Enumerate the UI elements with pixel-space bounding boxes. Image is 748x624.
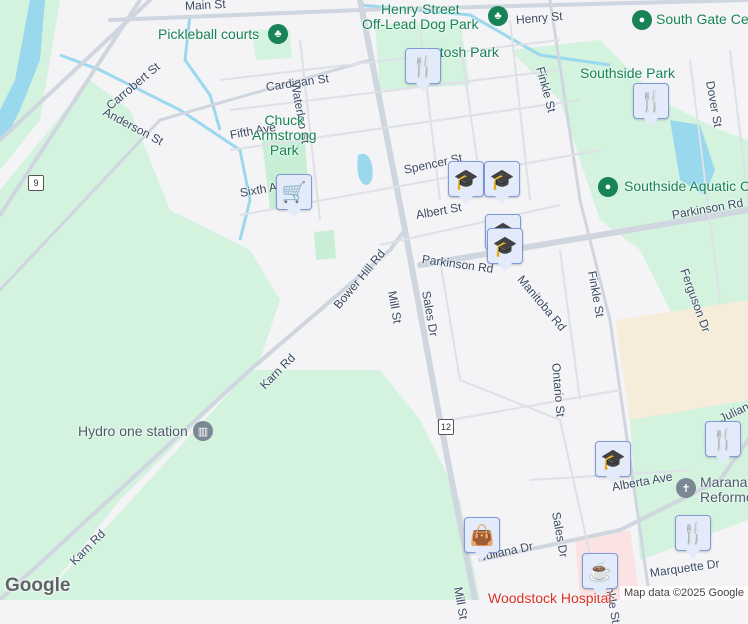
tree-icon[interactable]: ♣	[488, 6, 508, 26]
graduation-cap-icon[interactable]: 🎓	[487, 228, 523, 272]
cross-icon[interactable]: ✝	[676, 478, 696, 498]
highway-shield-12: 12	[438, 419, 454, 435]
place-pin-icon[interactable]: ●	[598, 177, 618, 197]
place-hydro[interactable]: Hydro one station	[78, 423, 188, 439]
shopping-bag-icon[interactable]: 👜	[464, 517, 500, 561]
field-tan	[615, 300, 748, 420]
place-pin-icon[interactable]: ●	[632, 10, 652, 30]
place-mcintosh[interactable]: ntosh Park	[432, 45, 499, 60]
google-logo[interactable]: Google	[5, 575, 70, 597]
fork-knife-icon[interactable]: 🍴	[405, 48, 441, 92]
graduation-cap-icon[interactable]: 🎓	[595, 441, 631, 485]
shopping-cart-icon[interactable]: 🛒	[276, 174, 312, 218]
place-dog-park[interactable]: Henry Street Off-Lead Dog Park	[362, 2, 478, 32]
place-pickleball[interactable]: Pickleball courts	[158, 27, 259, 42]
place-southside-park[interactable]: Southside Park	[580, 66, 675, 81]
park-green-small	[314, 230, 336, 260]
map-attribution[interactable]: Map data ©2025 Google	[619, 586, 748, 600]
building-icon[interactable]: ▥	[193, 421, 213, 441]
place-south-gate[interactable]: South Gate Cen	[656, 12, 748, 27]
coffee-cup-icon[interactable]: ☕	[582, 553, 618, 597]
place-chuck-armstrong[interactable]: Chuck Armstrong Park	[252, 113, 317, 158]
place-aquatic[interactable]: Southside Aquatic C	[624, 179, 748, 194]
fork-knife-icon[interactable]: 🍴	[633, 83, 669, 127]
pond-spencer	[357, 153, 373, 185]
highway-shield-9: 9	[28, 175, 44, 191]
tree-icon[interactable]: ♣	[268, 24, 288, 44]
fork-knife-icon[interactable]: 🍴	[675, 515, 711, 559]
graduation-cap-icon[interactable]: 🎓	[484, 161, 520, 205]
place-maranatha[interactable]: Maranatha Reforme	[700, 475, 748, 505]
fork-knife-icon[interactable]: 🍴	[705, 421, 741, 465]
street-label-main: Main St	[184, 0, 226, 13]
graduation-cap-icon[interactable]: 🎓	[448, 161, 484, 205]
